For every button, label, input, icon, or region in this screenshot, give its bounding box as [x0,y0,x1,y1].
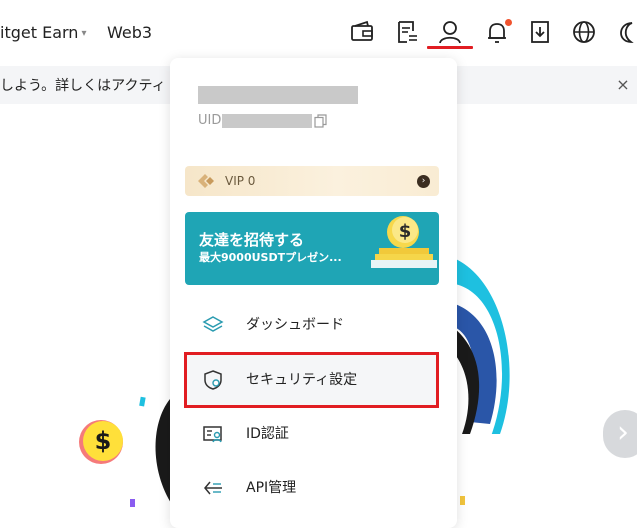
nav-earn-label: itget Earn [0,23,79,42]
security-settings-highlight [184,352,439,408]
svg-text:$: $ [95,427,112,455]
invite-subtitle: 最大9000USDTプレゼン... [199,251,342,264]
nav-web3-label: Web3 [107,23,153,42]
menu-item-api-management[interactable]: API管理 [184,462,438,514]
api-icon [204,481,222,495]
redacted-uid [222,114,312,128]
menu-item-id-verification[interactable]: ID認証 [184,408,438,460]
uid-label: UID [198,113,222,128]
menu-item-dashboard-label: ダッシュボード [246,317,344,333]
moon-icon[interactable] [612,18,637,46]
top-navigation-bar: itget Earn ▾ Web3 [0,0,637,66]
menu-item-dashboard[interactable]: ダッシュボード [184,299,438,351]
svg-text:$: $ [399,221,412,242]
invite-friends-banner[interactable]: 友達を招待する 最大9000USDTプレゼン... $ [185,212,439,285]
chevron-down-icon: ▾ [81,28,87,39]
download-icon[interactable] [526,18,554,46]
dashboard-layers-icon [202,316,224,332]
redacted-username [198,86,358,104]
orders-icon[interactable] [393,18,421,46]
dollar-coin-icon: $ [79,420,123,464]
carousel-next-button[interactable]: › [603,410,637,458]
id-card-icon [203,426,222,443]
vip-label: VIP 0 [225,174,256,188]
wallet-icon[interactable] [348,18,376,46]
notice-text: しよう。詳しくはアクティ [0,78,166,94]
nav-web3[interactable]: Web3 [107,22,152,44]
account-dropdown: UID VIP 0 › 友達を招待する 最大9000USDTプレゼン... $ … [170,58,457,528]
notification-badge [505,19,512,26]
close-icon[interactable]: × [614,76,632,94]
nav-earn[interactable]: itget Earn ▾ [0,22,86,45]
coin-stack-icon: $ [371,216,437,268]
vip-badge-icon [198,174,214,188]
copy-icon[interactable] [314,114,327,128]
chevron-right-icon: › [417,175,430,188]
menu-item-api-label: API管理 [246,480,297,496]
menu-item-id-label: ID認証 [246,426,289,442]
user-active-indicator [427,46,473,49]
globe-icon[interactable] [570,18,598,46]
user-icon[interactable] [436,18,464,46]
invite-title: 友達を招待する [199,231,305,249]
vip-level-bar[interactable]: VIP 0 › [185,166,439,196]
